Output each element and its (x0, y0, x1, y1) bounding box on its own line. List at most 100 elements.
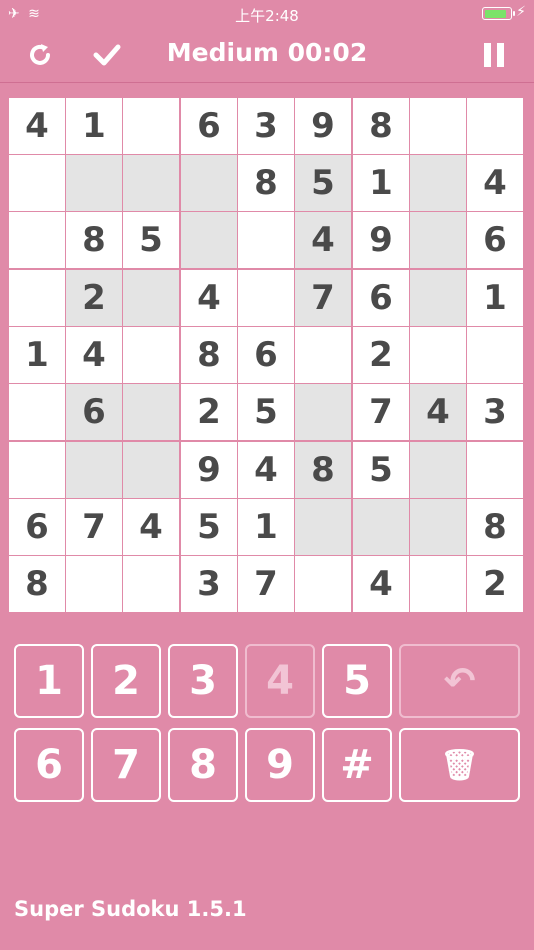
board-cell[interactable]: 3 (467, 384, 523, 440)
board-cell[interactable]: 6 (66, 384, 122, 440)
board-cell[interactable]: 5 (123, 212, 179, 268)
board-cell[interactable] (295, 499, 351, 555)
board-cell[interactable]: 6 (353, 270, 409, 326)
board-cell[interactable] (410, 212, 466, 268)
board-cell[interactable] (467, 98, 523, 154)
notes-button[interactable]: # (322, 728, 392, 802)
board-cell[interactable]: 3 (181, 556, 237, 612)
board-cell[interactable]: 8 (295, 442, 351, 498)
board-cell[interactable] (123, 384, 179, 440)
status-time: 上午2:48 (235, 7, 299, 25)
board-cell[interactable]: 4 (9, 98, 65, 154)
status-bar: ✈ ≋ 上午2:48 ⚡ (0, 0, 534, 28)
board-cell[interactable] (410, 327, 466, 383)
board-cell[interactable]: 7 (238, 556, 294, 612)
board-cell[interactable] (123, 327, 179, 383)
board-cell[interactable] (9, 270, 65, 326)
board-cell[interactable]: 1 (238, 499, 294, 555)
board-cell[interactable]: 5 (353, 442, 409, 498)
board-cell[interactable]: 2 (467, 556, 523, 612)
board-cell[interactable] (295, 556, 351, 612)
board-cell[interactable]: 8 (181, 327, 237, 383)
board-cell[interactable]: 8 (467, 499, 523, 555)
board-cell[interactable]: 4 (295, 212, 351, 268)
board-cell[interactable]: 6 (9, 499, 65, 555)
board-cell[interactable]: 7 (353, 384, 409, 440)
board-cell[interactable] (410, 556, 466, 612)
board-cell[interactable] (123, 155, 179, 211)
board-cell[interactable] (123, 442, 179, 498)
board-cell[interactable] (123, 98, 179, 154)
board-cell[interactable]: 4 (467, 155, 523, 211)
battery-fill (484, 9, 507, 18)
pause-icon-graphic (484, 43, 504, 67)
board-cell[interactable]: 9 (295, 98, 351, 154)
pause-icon[interactable] (474, 36, 514, 74)
board-cell[interactable] (353, 499, 409, 555)
board-cell[interactable] (66, 556, 122, 612)
number-key-1[interactable]: 1 (14, 644, 84, 718)
board-cell[interactable]: 8 (9, 556, 65, 612)
number-key-4[interactable]: 4 (245, 644, 315, 718)
sudoku-board: 4163988514854962476114862625743948567451… (8, 97, 526, 615)
number-key-5[interactable]: 5 (322, 644, 392, 718)
board-cell[interactable]: 4 (353, 556, 409, 612)
board-cell[interactable]: 2 (181, 384, 237, 440)
board-cell[interactable] (410, 270, 466, 326)
board-cell[interactable]: 9 (181, 442, 237, 498)
board-cell[interactable]: 5 (238, 384, 294, 440)
app-version: Super Sudoku 1.5.1 (14, 897, 247, 921)
board-cell[interactable] (467, 442, 523, 498)
board-cell[interactable]: 1 (66, 98, 122, 154)
board-cell[interactable] (410, 155, 466, 211)
board-cell[interactable] (123, 556, 179, 612)
number-key-6[interactable]: 6 (14, 728, 84, 802)
board-cell[interactable]: 2 (66, 270, 122, 326)
board-cell[interactable]: 6 (467, 212, 523, 268)
board-cell[interactable]: 4 (66, 327, 122, 383)
board-cell[interactable]: 5 (181, 499, 237, 555)
board-cell[interactable] (181, 155, 237, 211)
board-cell[interactable] (467, 327, 523, 383)
board-cell[interactable] (295, 327, 351, 383)
board-cell[interactable]: 9 (353, 212, 409, 268)
board-cell[interactable] (410, 499, 466, 555)
number-key-7[interactable]: 7 (91, 728, 161, 802)
board-cell[interactable]: 8 (353, 98, 409, 154)
board-cell[interactable] (66, 442, 122, 498)
board-cell[interactable] (123, 270, 179, 326)
board-cell[interactable] (410, 442, 466, 498)
board-cell[interactable] (181, 212, 237, 268)
board-cell[interactable]: 4 (238, 442, 294, 498)
board-cell[interactable]: 1 (353, 155, 409, 211)
board-cell[interactable]: 4 (181, 270, 237, 326)
board-cell[interactable]: 4 (410, 384, 466, 440)
board-cell[interactable]: 1 (9, 327, 65, 383)
board-cell[interactable]: 4 (123, 499, 179, 555)
board-cell[interactable]: 6 (238, 327, 294, 383)
board-cell[interactable] (9, 384, 65, 440)
board-cell[interactable]: 7 (295, 270, 351, 326)
board-cell[interactable]: 5 (295, 155, 351, 211)
board-cell[interactable]: 2 (353, 327, 409, 383)
number-key-9[interactable]: 9 (245, 728, 315, 802)
board-cell[interactable] (410, 98, 466, 154)
board-cell[interactable] (9, 442, 65, 498)
undo-button[interactable]: ↶ (399, 644, 520, 718)
board-cell[interactable] (238, 270, 294, 326)
number-key-8[interactable]: 8 (168, 728, 238, 802)
board-cell[interactable]: 3 (238, 98, 294, 154)
board-cell[interactable] (238, 212, 294, 268)
board-cell[interactable]: 8 (238, 155, 294, 211)
board-cell[interactable]: 7 (66, 499, 122, 555)
board-cell[interactable]: 1 (467, 270, 523, 326)
board-cell[interactable] (9, 212, 65, 268)
board-cell[interactable] (9, 155, 65, 211)
board-cell[interactable] (295, 384, 351, 440)
number-key-2[interactable]: 2 (91, 644, 161, 718)
board-cell[interactable]: 8 (66, 212, 122, 268)
number-key-3[interactable]: 3 (168, 644, 238, 718)
delete-button[interactable]: 🗑 (399, 728, 520, 802)
board-cell[interactable]: 6 (181, 98, 237, 154)
board-cell[interactable] (66, 155, 122, 211)
